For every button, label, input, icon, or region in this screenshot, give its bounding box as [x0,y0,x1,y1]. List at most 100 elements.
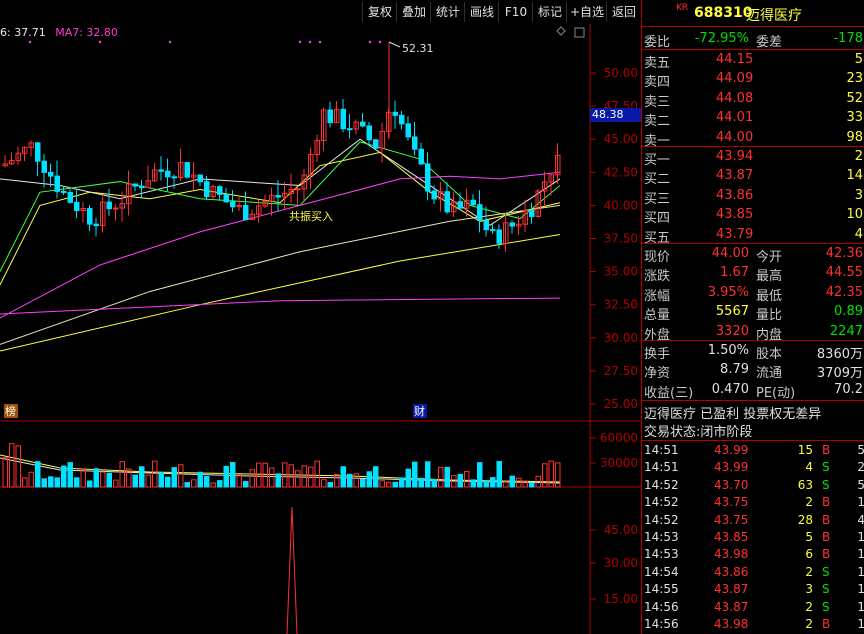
candle-body [61,190,67,193]
candle-body [132,183,138,187]
fuquan-button[interactable]: 复权 [362,2,397,22]
ask-row[interactable]: 卖四 44.09 23 [642,69,864,90]
volume-bar [106,472,112,488]
tick-volume: 2 [805,495,813,510]
bid-label: 买四 [644,211,671,227]
window-icon[interactable] [574,27,585,38]
ask-row[interactable]: 卖二 44.01 33 [642,108,864,129]
bid-row[interactable]: 买三 43.86 3 [642,186,864,207]
candle-body [171,176,177,179]
stock-code: 688310 [694,5,753,21]
tick-volume: 2 [805,599,813,614]
ma-line [0,297,561,315]
ask-price: 44.08 [716,90,754,106]
candle-body [366,125,372,141]
tick-volume: 28 [797,512,813,527]
tick-row: 14:55 43.87 3 S 1 [642,581,864,597]
diamond-icon[interactable] [556,26,566,36]
volume-bar [327,482,333,488]
stat-label: 股本 [756,347,783,362]
candle-body [87,208,93,225]
tick-side: B [822,443,831,457]
ma-line [0,234,561,352]
tick-price: 43.85 [714,530,749,544]
volume-bar [249,469,255,488]
tick-count: 1 [857,564,864,579]
stats-button[interactable]: 统计 [430,2,465,22]
tick-volume: 6 [805,547,813,562]
bid-volume: 3 [854,187,863,203]
stock-title: KR 688310 迈得医疗 [642,0,864,27]
bid-volume: 2 [854,149,863,164]
bid-row[interactable]: 买一 43.94 2 [642,147,864,168]
ask-volume: 5 [854,52,863,67]
volume-bar [321,478,327,488]
volume-bar [399,477,405,488]
quote-value: 3.95% [707,284,749,300]
f10-button[interactable]: F10 [498,2,533,22]
quote-row: 现价 44.00 今开 42.36 [642,244,864,265]
stat-value: 8.79 [720,362,749,378]
candle-body [54,175,60,192]
ask-row[interactable]: 卖五 44.15 5 [642,50,864,71]
price-tick-label: 25.00 [604,397,638,411]
ask-row[interactable]: 卖三 44.08 52 [642,89,864,110]
tick-count: 2 [857,460,864,475]
rank-badge-label: 榜 [5,404,16,418]
volume-bar [67,462,73,488]
tick-count: 1 [857,547,864,562]
bid-label: 买一 [644,153,671,168]
add-watchlist-button[interactable]: +自选 [566,2,607,22]
quote-value: 44.00 [711,246,749,261]
tick-row: 14:51 43.99 15 B 5 [642,442,864,458]
back-button[interactable]: 返回 [606,2,641,22]
candle-body [483,219,489,231]
volume-bar [464,470,470,488]
quote-label: 总量 [644,308,671,324]
candle-body [477,204,483,221]
tick-side: B [822,512,831,527]
quote-label: 最低 [756,288,783,304]
quote-value: 42.36 [825,246,863,261]
bid-row[interactable]: 买二 43.87 14 [642,166,864,187]
tick-time: 14:52 [644,495,679,510]
tick-side: S [822,477,830,492]
stat-value: 0.470 [711,381,749,397]
quote-label: 今开 [756,250,783,265]
candle-body [165,170,171,178]
quote-row: 涨跌 1.67 最高 44.55 [642,263,864,284]
quote-value: 5567 [715,304,749,320]
tick-time: 14:54 [644,564,679,579]
tick-volume: 3 [805,582,813,597]
ask-volume: 33 [846,110,863,126]
volume-bar [392,481,398,488]
indicator-axis: 45.00 30.00 15.00 [590,523,638,606]
price-tick-label: 40.00 [604,198,638,212]
volume-bar [2,457,8,488]
price-tick-label: 37.50 [604,232,638,246]
candle-body [35,142,41,162]
tick-side: S [822,582,830,597]
overlay-button[interactable]: 叠加 [396,2,431,22]
bid-row[interactable]: 买四 43.85 10 [642,205,864,226]
ask-label: 卖四 [644,75,671,91]
mark-button[interactable]: 标记 [532,2,567,22]
tick-time: 14:52 [644,512,679,527]
tick-side: S [822,564,830,579]
stat-value: 70.2 [834,381,863,397]
stat-label: 换手 [644,347,671,362]
kline-chart[interactable]: 50.0047.5045.0042.5040.0037.5035.0032.50… [0,24,641,634]
tick-volume: 2 [805,617,813,631]
volume-axis: 60000 30000 [590,431,638,470]
draw-line-button[interactable]: 画线 [464,2,499,22]
quote-label: 量比 [756,308,783,324]
weicha-value: -178 [833,31,863,46]
signal-dot [28,40,32,44]
weibi-row: 委比 -72.95% 委差 -178 [642,29,864,50]
tick-count: 1 [857,495,864,510]
quote-value: 42.35 [825,284,863,300]
volume-bar [184,482,190,488]
candle-body [223,193,229,203]
volume-bar [347,473,353,488]
candle-body [412,136,418,150]
